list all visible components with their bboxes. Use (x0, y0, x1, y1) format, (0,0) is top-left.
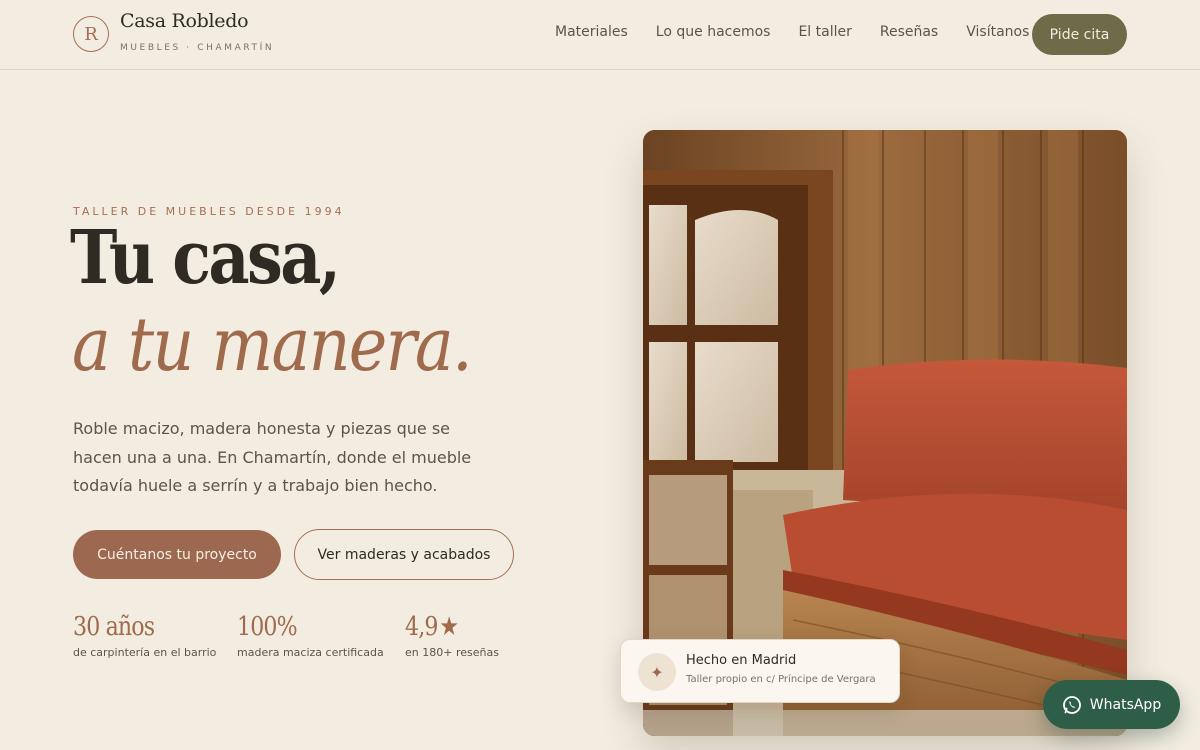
stat-wood: 100% madera maciza certificada (237, 612, 384, 659)
brand-name[interactable]: Casa Robledo (120, 10, 249, 32)
nav-el-taller[interactable]: El taller (798, 24, 851, 40)
stat-wood-label: madera maciza certificada (237, 646, 384, 659)
stat-rating-label: en 180+ reseñas (405, 646, 499, 659)
stat-rating: 4,9 ★ en 180+ reseñas (405, 612, 499, 659)
hero-headline-line1: Tu casa, (70, 215, 341, 301)
nav-lo-que-hacemos[interactable]: Lo que hacemos (656, 24, 771, 40)
logo-mark[interactable]: R (73, 16, 109, 52)
pide-cita-button[interactable]: Pide cita (1032, 14, 1127, 55)
hecho-en-madrid-card: ✦ Hecho en Madrid Taller propio en c/ Pr… (620, 639, 900, 703)
nav-visitanos[interactable]: Visítanos (966, 24, 1029, 40)
stat-years-value: 30 años (73, 612, 155, 642)
stat-rating-row: 4,9 ★ (405, 612, 485, 642)
star-icon: ★ (439, 612, 459, 642)
main-nav: Materiales Lo que hacemos El taller Rese… (555, 24, 1057, 40)
cuentanos-proyecto-button[interactable]: Cuéntanos tu proyecto (73, 530, 281, 579)
site-header: R Casa Robledo MUEBLES · CHAMARTÍN Mater… (0, 0, 1200, 70)
hero-description: Roble macizo, madera honesta y piezas qu… (73, 419, 472, 495)
hero-headline-line2: a tu manera. (72, 302, 473, 388)
whatsapp-icon (1062, 695, 1081, 714)
stat-rating-value: 4,9 (405, 612, 438, 642)
whatsapp-button[interactable]: WhatsApp (1043, 680, 1180, 729)
stat-wood-value: 100% (237, 612, 298, 642)
badge-title: Hecho en Madrid (686, 653, 797, 668)
nav-materiales[interactable]: Materiales (555, 24, 628, 40)
nav-resenas[interactable]: Reseñas (880, 24, 938, 40)
whatsapp-label: WhatsApp (1089, 696, 1162, 713)
stat-years: 30 años de carpintería en el barrio (73, 612, 216, 659)
badge-subtitle: Taller propio en c/ Príncipe de Vergara (686, 674, 876, 685)
brand-tagline: MUEBLES · CHAMARTÍN (120, 43, 275, 53)
ver-maderas-button[interactable]: Ver maderas y acabados (294, 529, 514, 580)
stat-years-label: de carpintería en el barrio (73, 646, 217, 659)
sparkle-icon: ✦ (638, 653, 676, 691)
